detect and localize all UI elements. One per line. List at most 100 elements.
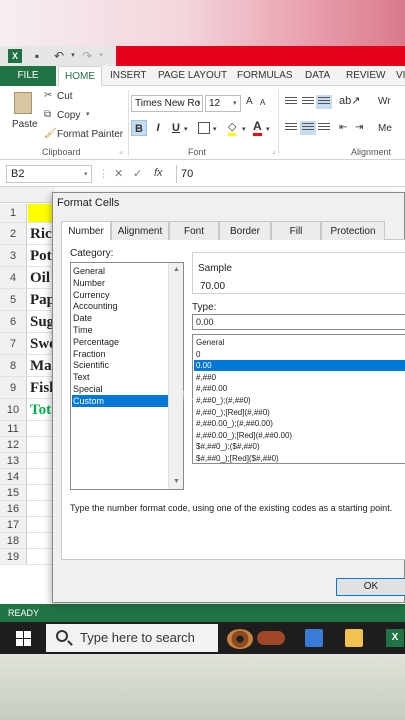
category-scrollbar[interactable]: ▲ ▼ [168,263,183,489]
excel-taskbar-icon[interactable]: X [386,629,404,647]
cell-a[interactable]: Swe [28,333,55,354]
tab-page-layout[interactable]: PAGE LAYOUT [158,66,227,86]
scroll-up-icon[interactable]: ▲ [169,263,184,277]
copy-button[interactable]: Copy [57,110,80,121]
cut-button[interactable]: Cut [57,91,73,102]
borders-dropdown-icon[interactable]: ▾ [213,125,217,133]
dialog-tab-alignment[interactable]: Alignment [111,221,169,240]
font-launcher-icon[interactable]: ⌟ [272,147,275,155]
tab-formulas[interactable]: FORMULAS [237,66,293,86]
cell-a[interactable] [28,204,55,222]
dialog-tab-font[interactable]: Font [169,221,219,240]
align-left-icon[interactable] [283,121,299,135]
bold-button[interactable]: B [131,120,147,136]
row-number[interactable]: 13 [0,453,27,468]
clipboard-launcher-icon[interactable]: ⌟ [119,147,122,155]
row-number[interactable]: 19 [0,549,27,564]
name-box-dropdown-icon[interactable]: ▾ [84,170,88,178]
underline-dropdown-icon[interactable]: ▾ [184,125,188,133]
category-item[interactable]: Scientific [72,359,168,371]
row-number[interactable]: 7 [0,333,27,354]
type-input[interactable]: 0.00 [192,314,405,330]
decrease-indent-icon[interactable]: ⇤ [339,122,347,133]
dialog-tab-fill[interactable]: Fill [271,221,321,240]
cell-a[interactable] [28,501,55,516]
undo-icon[interactable]: ↶ [52,49,66,63]
underline-button[interactable]: U [168,120,184,136]
format-code-item[interactable]: #,##0.00_);[Red](#,##0.00) [194,430,405,441]
category-item[interactable]: Custom [72,394,168,407]
category-item[interactable]: General [72,265,168,277]
category-item[interactable]: Date [72,312,168,324]
align-center-icon[interactable] [300,121,316,135]
cell-a[interactable]: Pap [28,289,55,310]
orientation-icon[interactable]: ab↗ [339,94,360,107]
format-painter-button[interactable]: Format Painter [57,129,123,140]
shrink-font-icon[interactable]: A [260,98,265,107]
cell-a[interactable]: Sug [28,311,55,332]
row-number[interactable]: 11 [0,421,27,436]
dialog-tab-number[interactable]: Number [61,221,111,241]
middle-align-icon[interactable] [300,95,316,109]
tab-file[interactable]: FILE [0,66,56,86]
file-explorer-icon[interactable] [345,629,363,647]
top-align-icon[interactable] [283,95,299,109]
category-list[interactable]: General Number Currency Accounting Date Time P… [70,262,184,490]
format-code-item[interactable]: #,##0.00 [194,383,405,394]
cell-a[interactable] [28,453,55,468]
row-number[interactable]: 15 [0,485,27,500]
tab-review[interactable]: REVIEW [346,66,385,86]
redo-dropdown-icon[interactable]: ▾ [94,49,108,63]
scroll-down-icon[interactable]: ▼ [169,475,184,489]
row-number[interactable]: 2 [0,223,27,244]
row-number[interactable]: 3 [0,245,27,266]
grow-font-icon[interactable]: A [246,96,253,107]
tab-data[interactable]: DATA [305,66,330,86]
undo-dropdown-icon[interactable]: ▾ [66,49,80,63]
row-number[interactable]: 6 [0,311,27,332]
format-code-item[interactable]: 0.00 [194,360,405,372]
taskbar-search[interactable]: Type here to search [46,624,218,652]
tab-home[interactable]: HOME [58,66,102,87]
cell-a[interactable]: Ric [28,223,55,244]
row-number[interactable]: 14 [0,469,27,484]
redo-icon[interactable]: ↷ [80,49,94,63]
cell-a[interactable]: Pot [28,245,55,266]
row-number[interactable]: 18 [0,533,27,548]
format-code-item[interactable]: $#,##0_);($#,##0) [194,441,405,452]
row-number[interactable]: 12 [0,437,27,452]
row-number[interactable]: 1 [0,204,27,222]
format-code-item[interactable]: #,##0_);(#,##0) [194,395,405,406]
dialog-tab-border[interactable]: Border [219,221,271,240]
category-item[interactable]: Time [72,324,168,336]
cell-a[interactable] [28,517,55,532]
format-code-item[interactable]: $#,##0_);[Red]($#,##0) [194,453,405,463]
save-icon[interactable]: ▪ [30,49,44,63]
format-code-item[interactable]: #,##0_);[Red](#,##0) [194,407,405,418]
font-name-box[interactable]: Times New Ro [131,95,203,112]
computer-icon[interactable] [305,629,323,647]
category-item[interactable]: Accounting [72,300,168,312]
row-number[interactable]: 8 [0,355,27,376]
cell-a[interactable] [28,469,55,484]
dialog-tab-protection[interactable]: Protection [321,221,385,240]
category-item[interactable]: Number [72,277,168,289]
row-number[interactable]: 4 [0,267,27,288]
format-code-item[interactable]: #,##0 [194,372,405,383]
cell-a[interactable] [28,437,55,452]
paste-icon[interactable] [14,92,32,114]
paste-button[interactable]: Paste [12,119,38,130]
enter-icon[interactable]: ✓ [133,167,142,180]
insert-function-icon[interactable]: fx [154,167,163,179]
borders-icon[interactable] [198,122,210,134]
format-code-item[interactable]: #,##0.00_);(#,##0.00) [194,418,405,429]
cell-a[interactable]: Ma [28,355,55,376]
category-item[interactable]: Fraction [72,348,168,360]
row-number[interactable]: 16 [0,501,27,516]
format-code-item[interactable]: 0 [194,349,405,360]
name-box[interactable]: B2 [6,165,92,183]
font-size-dropdown-icon[interactable]: ▾ [233,99,237,107]
category-item[interactable]: Currency [72,289,168,301]
ok-button[interactable]: OK [336,578,405,596]
cell-a[interactable] [28,485,55,500]
